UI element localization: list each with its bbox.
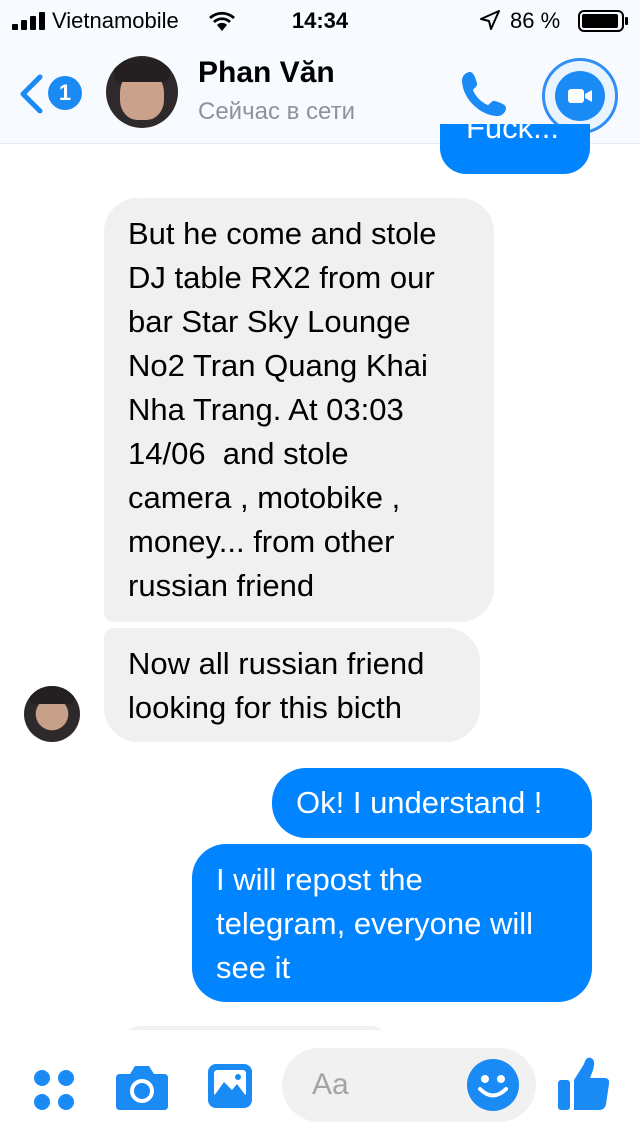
back-button[interactable]: 1 [18,70,88,118]
message-bubble-outgoing[interactable]: Fuck... [440,124,590,174]
message-bubble-incoming[interactable]: Now all russian friend looking for this … [104,628,480,742]
image-gallery-icon[interactable] [206,1062,254,1110]
message-bubble-outgoing[interactable]: Ok! I understand ! [272,768,592,838]
composer-bar: Aa [0,1030,640,1136]
contact-avatar[interactable] [106,56,178,128]
location-arrow-icon [480,10,500,30]
message-text: Now all russian friend looking for this … [128,646,425,725]
message-text: Ok! I understand ! [296,785,543,820]
video-camera-icon [568,89,592,103]
message-bubble-outgoing[interactable]: I will repost the telegram, everyone wil… [192,844,592,1002]
back-chevron-icon [20,74,43,114]
phone-icon[interactable] [458,68,510,120]
emoji-icon[interactable] [466,1058,520,1112]
camera-icon[interactable] [114,1062,170,1114]
battery-percent: 86 % [510,8,561,33]
message-text: But he come and stole DJ table RX2 from … [128,216,437,603]
thumbs-up-icon[interactable] [556,1054,612,1112]
sender-avatar[interactable] [24,686,80,742]
battery-icon [578,10,628,32]
status-bar: Vietnamobile 14:34 86 % [0,0,640,40]
contact-name[interactable]: Phan Văn [198,56,335,90]
unread-badge: 1 [48,76,82,110]
message-bubble-incoming[interactable]: But he come and stole DJ table RX2 from … [104,198,494,622]
message-text: I will repost the telegram, everyone wil… [216,862,534,985]
apps-grid-icon[interactable] [30,1066,78,1114]
message-input-placeholder: Aa [312,1068,349,1101]
video-call-button[interactable] [542,58,618,134]
message-text: Fuck... [466,124,560,145]
contact-status: Сейчас в сети [198,98,355,125]
